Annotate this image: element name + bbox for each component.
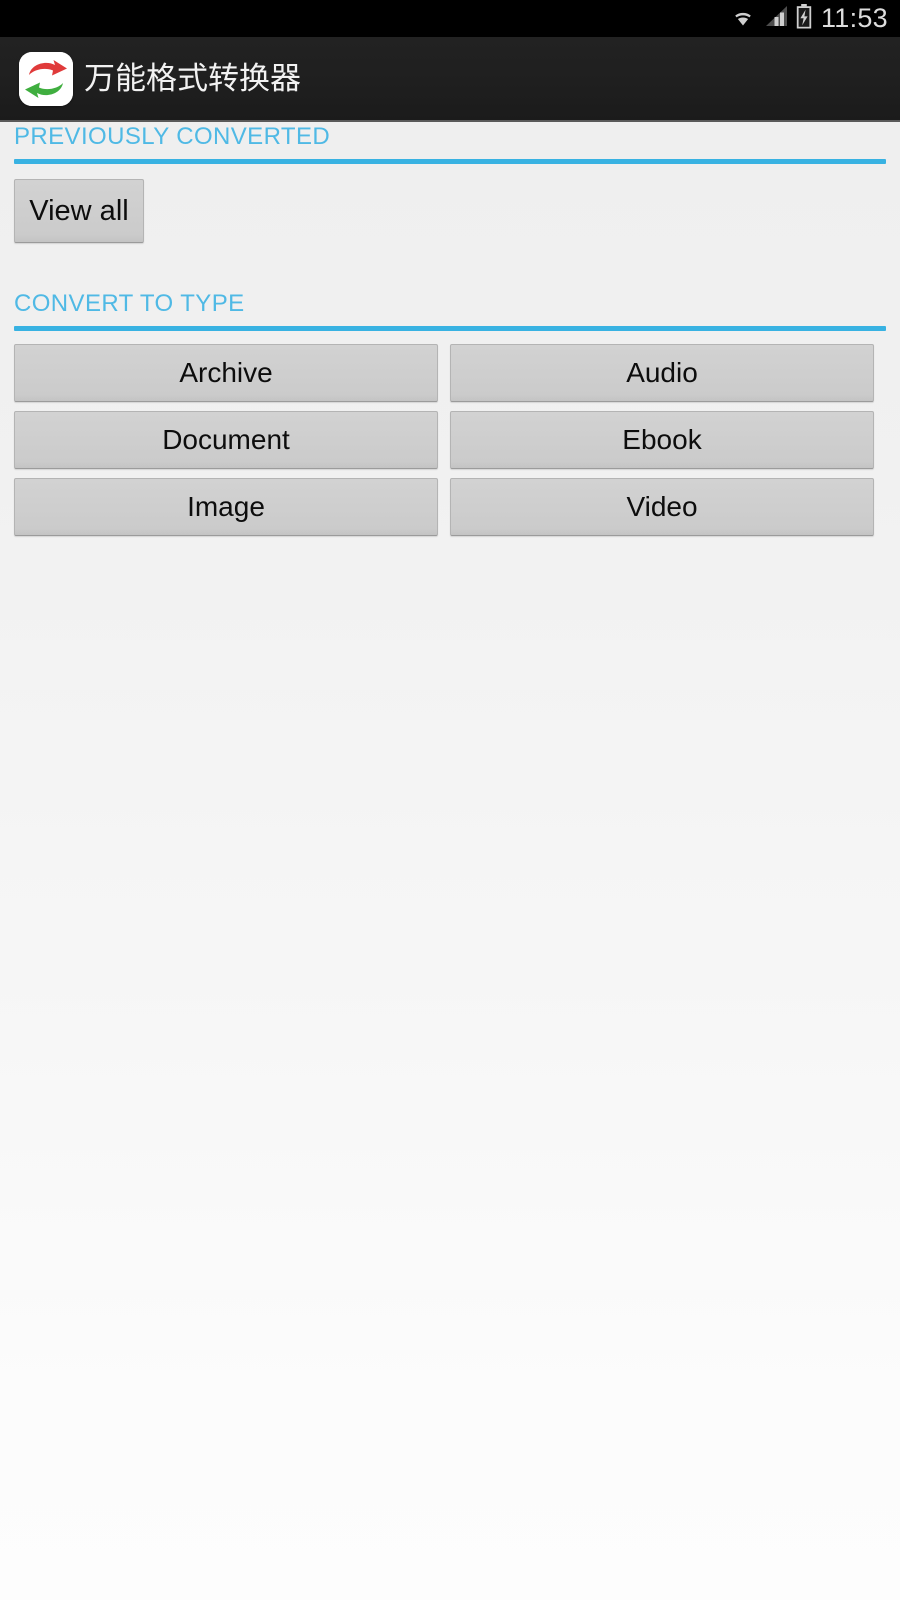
app-logo-convert-arrows-icon <box>19 51 73 106</box>
status-bar: 11:53 <box>0 0 900 37</box>
status-bar-icons <box>728 3 812 34</box>
type-button-image[interactable]: Image <box>14 478 438 536</box>
type-button-document[interactable]: Document <box>14 411 438 469</box>
type-button-audio[interactable]: Audio <box>450 344 874 402</box>
type-button-ebook[interactable]: Ebook <box>450 411 874 469</box>
previously-converted-section: PREVIOUSLY CONVERTED View all <box>0 124 900 243</box>
convert-to-type-section: CONVERT TO TYPE Archive Audio Document E… <box>0 291 900 536</box>
convert-type-grid: Archive Audio Document Ebook Image Video <box>0 331 900 536</box>
app-title: 万能格式转换器 <box>84 60 301 97</box>
type-button-video[interactable]: Video <box>450 478 874 536</box>
view-all-button[interactable]: View all <box>14 179 144 243</box>
wifi-icon <box>728 3 758 33</box>
main-content: PREVIOUSLY CONVERTED View all CONVERT TO… <box>0 124 900 1600</box>
type-button-archive[interactable]: Archive <box>14 344 438 402</box>
status-bar-clock: 11:53 <box>820 3 888 33</box>
phone-screen: 11:53 万能格式转换器 PREVIOUSLY CONVERTED View … <box>0 0 900 1600</box>
battery-charging-icon <box>796 3 812 34</box>
action-bar: 万能格式转换器 <box>0 37 900 122</box>
convert-to-type-header: CONVERT TO TYPE <box>14 290 245 317</box>
view-all-button-container: View all <box>0 164 900 243</box>
cellular-signal-icon <box>765 4 789 33</box>
previously-converted-header: PREVIOUSLY CONVERTED <box>14 123 331 150</box>
